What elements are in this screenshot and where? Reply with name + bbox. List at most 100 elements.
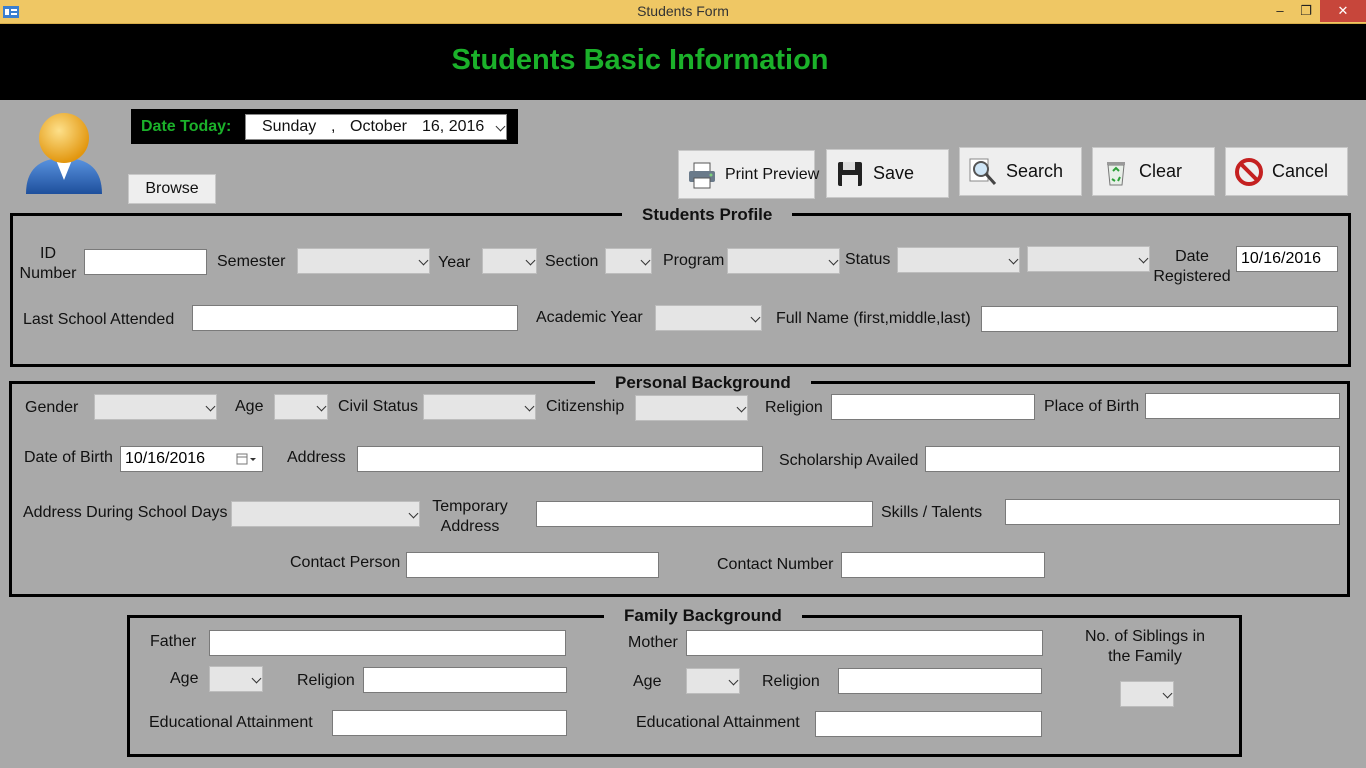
semester-select[interactable]: [297, 248, 430, 274]
contact-number-label: Contact Number: [717, 556, 834, 573]
gender-select[interactable]: [94, 394, 217, 420]
citizenship-label: Citizenship: [546, 398, 625, 415]
date-registered-label: Date Registered: [1153, 248, 1231, 285]
section-select[interactable]: [605, 248, 652, 274]
status-select[interactable]: [897, 247, 1020, 273]
place-of-birth-label: Place of Birth: [1044, 398, 1140, 415]
page-title: Students Basic Information: [451, 44, 829, 76]
civil-status-select[interactable]: [423, 394, 536, 420]
date-today-picker[interactable]: Sunday , October 16, 2016: [245, 114, 507, 140]
program-label: Program: [663, 252, 725, 269]
temporary-address-input[interactable]: [536, 501, 873, 527]
chevron-down-icon[interactable]: [490, 115, 506, 139]
father-age-label: Age: [170, 670, 199, 687]
cancel-button[interactable]: Cancel: [1225, 147, 1348, 196]
father-age-select[interactable]: [209, 666, 263, 692]
browse-button[interactable]: Browse: [128, 174, 216, 204]
page-header: Students Basic Information: [0, 24, 1366, 100]
skills-input[interactable]: [1005, 499, 1340, 525]
date-sep: ,: [331, 118, 336, 135]
students-profile-group: [10, 213, 1351, 367]
window-title: Students Form: [637, 3, 729, 19]
religion-label: Religion: [765, 399, 823, 416]
save-label: Save: [873, 163, 915, 183]
printer-icon: [689, 162, 715, 188]
year-label: Year: [438, 254, 471, 271]
place-of-birth-input[interactable]: [1145, 393, 1340, 419]
scholarship-label: Scholarship Availed: [779, 452, 919, 469]
siblings-select[interactable]: [1120, 681, 1174, 707]
religion-input[interactable]: [831, 394, 1035, 420]
date-today-label: Date Today:: [141, 118, 232, 135]
calendar-icon[interactable]: [236, 453, 258, 465]
civil-status-label: Civil Status: [338, 398, 419, 415]
date-date: 16, 2016: [422, 118, 485, 135]
search-button[interactable]: Search: [959, 147, 1082, 196]
academic-year-select[interactable]: [655, 305, 762, 331]
status-secondary-select[interactable]: [1027, 246, 1150, 272]
program-select[interactable]: [727, 248, 840, 274]
father-education-label: Educational Attainment: [149, 714, 313, 731]
address-school-days-select[interactable]: [231, 501, 420, 527]
magnifier-icon: [969, 158, 997, 185]
floppy-disk-icon: [838, 161, 862, 186]
minimize-button[interactable]: –: [1266, 0, 1294, 22]
date-of-birth-value: 10/16/2016: [125, 450, 206, 467]
academic-year-label: Academic Year: [536, 309, 643, 326]
father-religion-input[interactable]: [363, 667, 567, 693]
date-of-birth-label: Date of Birth: [24, 449, 113, 466]
print-preview-label: Print Preview: [725, 165, 820, 183]
mother-label: Mother: [628, 634, 678, 651]
mother-education-label: Educational Attainment: [636, 714, 800, 731]
last-school-label: Last School Attended: [23, 311, 175, 328]
date-day: Sunday: [262, 118, 317, 135]
recycle-bin-icon: [1107, 161, 1125, 185]
semester-label: Semester: [217, 253, 286, 270]
avatar-icon: [26, 113, 102, 194]
print-preview-button[interactable]: Print Preview: [678, 150, 819, 199]
father-religion-label: Religion: [297, 672, 355, 689]
address-school-days-label: Address During School Days: [23, 504, 228, 521]
status-label: Status: [845, 251, 891, 268]
personal-background-title: Personal Background: [595, 373, 811, 393]
contact-person-input[interactable]: [406, 552, 659, 578]
students-profile-title: Students Profile: [622, 205, 793, 225]
citizenship-select[interactable]: [635, 395, 748, 421]
date-of-birth-picker[interactable]: 10/16/2016: [120, 446, 263, 472]
age-select[interactable]: [274, 394, 328, 420]
mother-input[interactable]: [686, 630, 1043, 656]
no-entry-icon: [1235, 157, 1263, 186]
id-number-input[interactable]: [84, 249, 207, 275]
contact-person-label: Contact Person: [290, 554, 401, 571]
full-name-input[interactable]: [981, 306, 1338, 332]
date-registered-input[interactable]: [1236, 246, 1338, 272]
window-titlebar: Students Form – ❐ ✕: [0, 0, 1366, 24]
save-button[interactable]: Save: [826, 149, 949, 198]
mother-education-input[interactable]: [815, 711, 1042, 737]
gender-label: Gender: [25, 399, 79, 416]
close-button[interactable]: ✕: [1320, 0, 1366, 22]
clear-button[interactable]: Clear: [1092, 147, 1215, 196]
age-label: Age: [235, 398, 264, 415]
year-select[interactable]: [482, 248, 537, 274]
father-education-input[interactable]: [332, 710, 567, 736]
cancel-label: Cancel: [1272, 161, 1329, 181]
mother-religion-input[interactable]: [838, 668, 1042, 694]
clear-label: Clear: [1139, 161, 1183, 181]
mother-religion-label: Religion: [762, 673, 820, 690]
full-name-label: Full Name (first,middle,last): [776, 310, 971, 327]
search-label: Search: [1006, 161, 1064, 181]
scholarship-input[interactable]: [925, 446, 1340, 472]
father-input[interactable]: [209, 630, 566, 656]
contact-number-input[interactable]: [841, 552, 1045, 578]
maximize-button[interactable]: ❐: [1292, 0, 1320, 22]
family-background-title: Family Background: [604, 606, 802, 626]
address-input[interactable]: [357, 446, 763, 472]
last-school-input[interactable]: [192, 305, 518, 331]
mother-age-select[interactable]: [686, 668, 740, 694]
date-today-panel: Date Today: Sunday , October 16, 2016: [131, 109, 518, 144]
id-number-label: ID Number: [19, 245, 77, 282]
skills-label: Skills / Talents: [881, 504, 983, 521]
section-label: Section: [545, 253, 599, 270]
mother-age-label: Age: [633, 673, 662, 690]
